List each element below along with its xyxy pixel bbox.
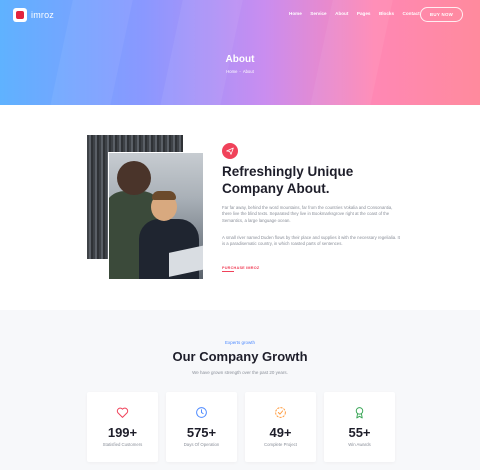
growth-section xyxy=(0,310,480,470)
breadcrumb-home[interactable]: Home xyxy=(226,69,237,74)
nav-item-pages[interactable]: Pages xyxy=(357,11,371,16)
main-nav: Home Service About Pages Blocks Contact xyxy=(289,11,428,16)
stat-value: 575+ xyxy=(186,425,217,440)
about-image-team xyxy=(108,152,204,280)
stat-label: Win Awards xyxy=(348,442,371,447)
breadcrumb: Home - About xyxy=(0,69,480,74)
nav-item-service[interactable]: Service xyxy=(310,11,326,16)
logo-icon xyxy=(13,8,27,22)
stat-value: 55+ xyxy=(348,425,371,440)
logo-text: imroz xyxy=(31,10,54,20)
breadcrumb-current: About xyxy=(242,69,254,74)
purchase-link[interactable]: PURCHASE IMROZ xyxy=(222,266,259,270)
buy-now-button[interactable]: BUY NOW xyxy=(420,7,463,22)
send-icon xyxy=(222,143,238,159)
stat-value: 49+ xyxy=(269,425,292,440)
stat-card-customers: 199+ Statisfied Customers xyxy=(87,392,158,462)
stat-card-days: 575+ Days Of Operation xyxy=(166,392,237,462)
stat-label: Complete Project xyxy=(264,442,297,447)
logo[interactable]: imroz xyxy=(13,8,54,22)
stat-value: 199+ xyxy=(107,425,138,440)
nav-item-blocks[interactable]: Blocks xyxy=(379,11,394,16)
about-paragraph-1: Far far away, behind the word mountains,… xyxy=(222,205,393,223)
nav-item-home[interactable]: Home xyxy=(289,11,302,16)
about-heading: Refreshingly Unique Company About. xyxy=(222,164,354,196)
growth-heading: Our Company Growth xyxy=(172,349,308,364)
growth-kicker: Experts growth xyxy=(224,340,255,345)
heart-icon xyxy=(87,406,158,419)
hero-banner: imroz Home Service About Pages Blocks Co… xyxy=(0,0,480,105)
nav-item-about[interactable]: About xyxy=(335,11,348,16)
clock-icon xyxy=(166,406,237,419)
growth-subtitle: We have grown strength over the past 20 … xyxy=(192,370,288,375)
hero-streak xyxy=(155,0,245,105)
about-paragraph-2: A small river named Duden flows by their… xyxy=(222,235,400,247)
stat-label: Statisfied Customers xyxy=(102,442,143,447)
award-icon xyxy=(324,406,395,419)
stat-card-awards: 55+ Win Awards xyxy=(324,392,395,462)
breadcrumb-separator: - xyxy=(239,69,241,74)
purchase-link-underline xyxy=(222,271,234,272)
hero-streak xyxy=(45,0,135,105)
check-badge-icon xyxy=(245,406,316,419)
page-title: About xyxy=(225,54,255,65)
stat-label: Days Of Operation xyxy=(183,442,220,447)
nav-item-contact[interactable]: Contact xyxy=(403,11,420,16)
stat-card-projects: 49+ Complete Project xyxy=(245,392,316,462)
